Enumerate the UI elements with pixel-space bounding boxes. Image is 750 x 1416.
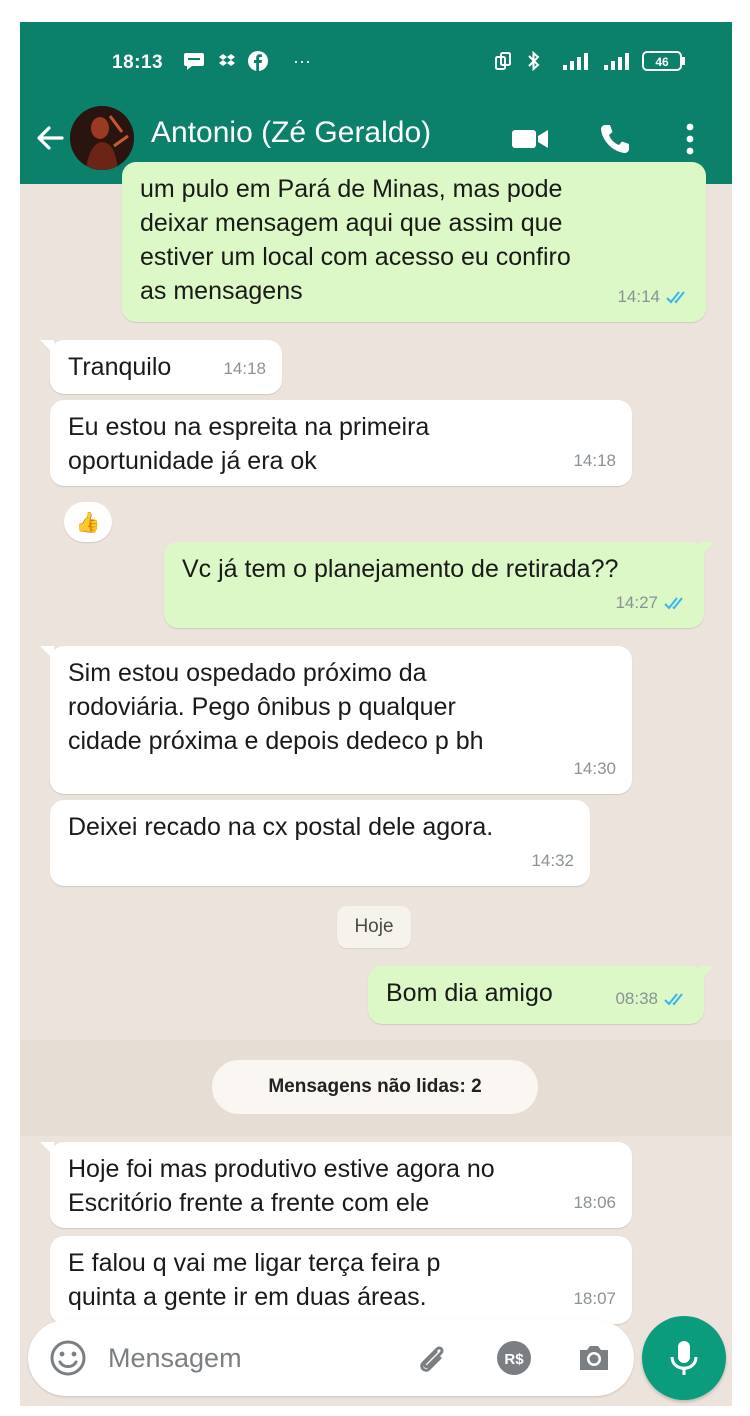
message-bubble-incoming[interactable]: Hoje foi mas produtivo estive agora no E… [40,1142,632,1228]
message-time: 14:18 [573,451,616,470]
message-list[interactable]: um pulo em Pará de Minas, mas pode deixa… [20,162,732,1324]
battery-level: 46 [655,55,669,69]
mic-button[interactable] [642,1316,726,1400]
message-bubble-outgoing[interactable]: Bom dia amigo 08:38 [368,966,714,1024]
message-text: Eu estou na espreita na primeira oportun… [68,413,430,475]
mic-icon [670,1341,698,1375]
unread-messages-divider: Mensagens não lidas: 2 [212,1060,538,1114]
message-meta: 14:18 [223,352,266,386]
more-notifications-icon: ··· [293,50,311,71]
payment-icon[interactable]: R$ [494,1338,534,1378]
facebook-icon [247,50,269,72]
signal-strength-icon [602,50,632,72]
phone-screen: 18:13 ··· 46 Antonio (Zé Geraldo) um pul… [20,22,732,1406]
status-bar: 18:13 ··· 46 [20,22,732,100]
rotation-icon [492,50,514,72]
message-time: 14:18 [223,359,266,378]
message-time: 14:30 [573,759,616,778]
message-meta: 14:14 [617,280,690,314]
composer-bar: R$ [28,1320,634,1396]
message-meta: 14:18 [573,444,616,478]
bluetooth-icon [526,50,542,72]
message-notification-icon [182,50,206,72]
message-bubble-incoming[interactable]: Tranquilo 14:18 [40,340,282,394]
message-meta: 14:27 [615,586,688,620]
phone-icon[interactable] [598,122,632,156]
message-meta: 14:32 [531,844,574,878]
message-text: um pulo em Pará de Minas, mas pode deixa… [140,175,571,305]
contact-name[interactable]: Antonio (Zé Geraldo) [151,116,431,150]
camera-icon[interactable] [574,1338,614,1378]
message-text: Deixei recado na cx postal dele agora. [68,813,494,841]
dropbox-icon [217,50,237,72]
message-time: 14:27 [615,593,658,612]
message-meta: 18:06 [573,1186,616,1220]
message-bubble-outgoing[interactable]: um pulo em Pará de Minas, mas pode deixa… [122,162,706,322]
message-time: 18:07 [573,1289,616,1308]
message-text: E falou q vai me ligar terça feira p qui… [68,1249,441,1311]
message-time: 14:32 [531,851,574,870]
message-bubble-outgoing[interactable]: Vc já tem o planejamento de retirada?? 1… [164,542,714,628]
message-text: Sim estou ospedado próximo da rodoviária… [68,659,484,755]
unread-divider-band: Mensagens não lidas: 2 [20,1040,732,1136]
battery-icon: 46 [642,50,686,72]
video-call-icon[interactable] [510,124,550,154]
read-ticks-icon [664,597,683,610]
message-meta: 18:07 [573,1282,616,1316]
message-meta: 08:38 [615,982,688,1016]
message-time: 18:06 [573,1193,616,1212]
thumbs-up-reaction-icon[interactable]: 👍 [64,502,112,542]
status-time: 18:13 [112,52,164,73]
message-text: Vc já tem o planejamento de retirada?? [182,555,619,583]
attach-icon[interactable] [412,1338,452,1378]
payment-label: R$ [504,1351,524,1368]
message-meta: 14:30 [573,752,616,786]
avatar[interactable] [70,106,134,170]
read-ticks-icon [664,993,683,1006]
message-bubble-incoming[interactable]: Deixei recado na cx postal dele agora. 1… [50,800,590,886]
emoji-icon[interactable] [48,1338,88,1378]
message-text: Hoje foi mas produtivo estive agora no E… [68,1155,495,1217]
message-input[interactable] [108,1332,398,1384]
read-ticks-icon [666,291,685,304]
chat-header: 18:13 ··· 46 Antonio (Zé Geraldo) [20,22,732,184]
back-arrow-icon[interactable] [34,122,66,154]
more-vert-icon[interactable] [684,120,696,158]
message-bubble-incoming[interactable]: Eu estou na espreita na primeira oportun… [50,400,632,486]
message-bubble-incoming[interactable]: E falou q vai me ligar terça feira p qui… [50,1236,632,1324]
message-time: 08:38 [615,989,658,1008]
signal-strength-icon [560,50,596,72]
date-divider: Hoje [337,906,411,948]
message-time: 14:14 [617,287,660,306]
message-bubble-incoming[interactable]: Sim estou ospedado próximo da rodoviária… [40,646,632,794]
